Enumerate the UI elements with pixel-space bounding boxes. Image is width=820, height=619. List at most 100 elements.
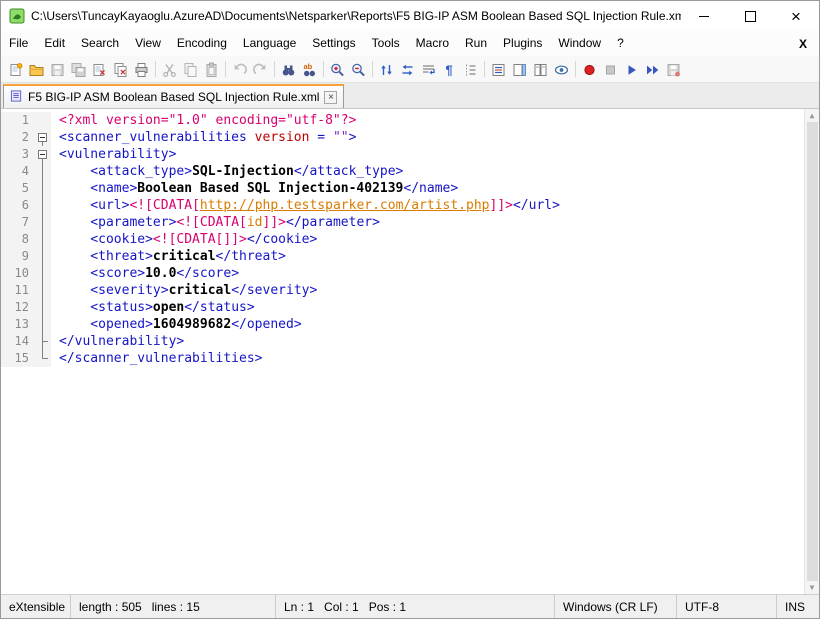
line-number[interactable]: 8 bbox=[1, 231, 35, 248]
code-line[interactable]: 6 <url><![CDATA[http://php.testsparker.c… bbox=[1, 197, 804, 214]
close-document-x-button[interactable]: X bbox=[787, 37, 819, 51]
document-map-button[interactable] bbox=[509, 58, 530, 80]
cut-button[interactable] bbox=[159, 58, 180, 80]
zoom-in-button[interactable] bbox=[327, 58, 348, 80]
code-line[interactable]: 4 <attack_type>SQL-Injection</attack_typ… bbox=[1, 163, 804, 180]
undo-button[interactable] bbox=[229, 58, 250, 80]
code-line[interactable]: 7 <parameter><![CDATA[id]]></parameter> bbox=[1, 214, 804, 231]
redo-button[interactable] bbox=[250, 58, 271, 80]
scroll-down-icon[interactable]: ▼ bbox=[810, 583, 815, 592]
code-line[interactable]: 9 <threat>critical</threat> bbox=[1, 248, 804, 265]
zoom-out-button[interactable] bbox=[348, 58, 369, 80]
minimize-button[interactable] bbox=[681, 1, 727, 31]
close-file-button[interactable]: × bbox=[89, 58, 110, 80]
code-token: ]]> bbox=[490, 198, 513, 213]
vertical-scrollbar[interactable]: ▲ ▼ bbox=[804, 109, 819, 594]
scroll-up-icon[interactable]: ▲ bbox=[810, 111, 815, 120]
menu-item-encoding[interactable]: Encoding bbox=[169, 31, 235, 56]
line-number[interactable]: 15 bbox=[1, 350, 35, 367]
find-button[interactable] bbox=[278, 58, 299, 80]
menu-item-language[interactable]: Language bbox=[235, 31, 304, 56]
line-number[interactable]: 7 bbox=[1, 214, 35, 231]
tab-close-button[interactable]: × bbox=[324, 91, 337, 104]
status-insert-mode[interactable]: INS bbox=[777, 595, 819, 618]
status-encoding[interactable]: UTF-8 bbox=[677, 595, 777, 618]
code-line[interactable]: 11 <severity>critical</severity> bbox=[1, 282, 804, 299]
menu-item-plugins[interactable]: Plugins bbox=[495, 31, 550, 56]
line-number[interactable]: 1 bbox=[1, 112, 35, 129]
fold-guide bbox=[35, 299, 51, 316]
close-icon: × bbox=[791, 8, 801, 25]
document-list-button[interactable] bbox=[530, 58, 551, 80]
save-recorded-macro-button[interactable] bbox=[663, 58, 684, 80]
line-number[interactable]: 5 bbox=[1, 180, 35, 197]
code-line[interactable]: 13 <opened>1604989682</opened> bbox=[1, 316, 804, 333]
show-all-characters-button[interactable]: ¶ bbox=[439, 58, 460, 80]
line-number[interactable]: 10 bbox=[1, 265, 35, 282]
save-all-button[interactable] bbox=[68, 58, 89, 80]
fold-guide bbox=[35, 282, 51, 299]
notepadpp-window: C:\Users\TuncayKayaoglu.AzureAD\Document… bbox=[0, 0, 820, 619]
sync-horizontal-scroll-button[interactable] bbox=[397, 58, 418, 80]
code-area[interactable]: 1<?xml version="1.0" encoding="utf-8"?>2… bbox=[1, 109, 804, 594]
editor[interactable]: 1<?xml version="1.0" encoding="utf-8"?>2… bbox=[1, 109, 819, 594]
save-file-button[interactable] bbox=[47, 58, 68, 80]
code-line[interactable]: 3<vulnerability> bbox=[1, 146, 804, 163]
print-button[interactable] bbox=[131, 58, 152, 80]
code-line[interactable]: 8 <cookie><![CDATA[]]></cookie> bbox=[1, 231, 804, 248]
menu-item-settings[interactable]: Settings bbox=[304, 31, 363, 56]
fold-collapse-marker[interactable] bbox=[35, 129, 51, 146]
function-list-button[interactable] bbox=[488, 58, 509, 80]
line-number[interactable]: 12 bbox=[1, 299, 35, 316]
code-token: </vulnerability> bbox=[59, 334, 184, 349]
stop-recording-macro-button[interactable] bbox=[600, 58, 621, 80]
code-token: id bbox=[247, 215, 263, 230]
run-macro-multiple-times-button[interactable] bbox=[642, 58, 663, 80]
menu-item-edit[interactable]: Edit bbox=[36, 31, 73, 56]
close-all-button[interactable]: × bbox=[110, 58, 131, 80]
line-number[interactable]: 9 bbox=[1, 248, 35, 265]
line-number[interactable]: 3 bbox=[1, 146, 35, 163]
menu-item-window[interactable]: Window bbox=[550, 31, 609, 56]
fold-collapse-marker[interactable] bbox=[35, 146, 51, 163]
maximize-button[interactable] bbox=[727, 1, 773, 31]
code-line[interactable]: 5 <name>Boolean Based SQL Injection-4021… bbox=[1, 180, 804, 197]
menu-item-macro[interactable]: Macro bbox=[408, 31, 457, 56]
menu-item-search[interactable]: Search bbox=[73, 31, 127, 56]
menu-item-view[interactable]: View bbox=[127, 31, 169, 56]
show-indent-guide-button[interactable] bbox=[460, 58, 481, 80]
line-number[interactable]: 11 bbox=[1, 282, 35, 299]
start-recording-macro-button[interactable] bbox=[579, 58, 600, 80]
tab-active[interactable]: F5 BIG-IP ASM Boolean Based SQL Injectio… bbox=[3, 84, 344, 108]
word-wrap-button[interactable] bbox=[418, 58, 439, 80]
code-line[interactable]: 10 <score>10.0</score> bbox=[1, 265, 804, 282]
line-number[interactable]: 13 bbox=[1, 316, 35, 333]
code-line[interactable]: 15</scanner_vulnerabilities> bbox=[1, 350, 804, 367]
menu-item-run[interactable]: Run bbox=[457, 31, 495, 56]
status-doc-type: eXtensible bbox=[1, 595, 71, 618]
code-token: </opened> bbox=[231, 317, 301, 332]
replace-button[interactable]: ab bbox=[299, 58, 320, 80]
close-button[interactable]: × bbox=[773, 1, 819, 31]
code-line[interactable]: 2<scanner_vulnerabilities version = ""> bbox=[1, 129, 804, 146]
line-number[interactable]: 4 bbox=[1, 163, 35, 180]
line-number[interactable]: 14 bbox=[1, 333, 35, 350]
line-number[interactable]: 2 bbox=[1, 129, 35, 146]
code-line[interactable]: 1<?xml version="1.0" encoding="utf-8"?> bbox=[1, 112, 804, 129]
code-line[interactable]: 12 <status>open</status> bbox=[1, 299, 804, 316]
menu-item-file[interactable]: File bbox=[1, 31, 36, 56]
copy-button[interactable] bbox=[180, 58, 201, 80]
paste-button[interactable] bbox=[201, 58, 222, 80]
new-file-button[interactable] bbox=[5, 58, 26, 80]
code-token: <attack_type> bbox=[59, 164, 192, 179]
menu-item-tools[interactable]: Tools bbox=[364, 31, 408, 56]
code-line[interactable]: 14 </vulnerability> bbox=[1, 333, 804, 350]
open-file-button[interactable] bbox=[26, 58, 47, 80]
scrollbar-thumb[interactable] bbox=[807, 122, 818, 581]
playback-macro-button[interactable] bbox=[621, 58, 642, 80]
menu-item-help[interactable]: ? bbox=[609, 31, 632, 56]
sync-vertical-scroll-button[interactable] bbox=[376, 58, 397, 80]
monitoring-button[interactable] bbox=[551, 58, 572, 80]
status-eol-format[interactable]: Windows (CR LF) bbox=[555, 595, 677, 618]
line-number[interactable]: 6 bbox=[1, 197, 35, 214]
